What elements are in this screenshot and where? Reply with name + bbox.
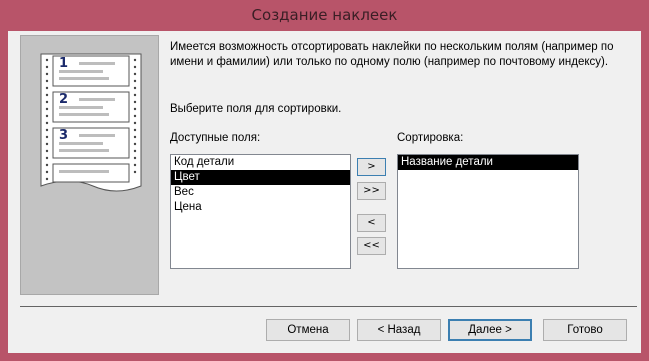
wizard-prompt: Выберите поля для сортировки.: [170, 103, 342, 115]
window-title: Создание наклеек: [251, 6, 398, 24]
label-wizard-window: Создание наклеек 1 2 3 Имеется возможнос…: [0, 0, 649, 361]
finish-button[interactable]: Готово: [543, 319, 627, 341]
cancel-button[interactable]: Отмена: [266, 319, 350, 341]
wizard-description: Имеется возможность отсортировать наклей…: [170, 41, 614, 68]
list-item[interactable]: Цена: [171, 200, 350, 215]
remove-all-fields-button[interactable]: <<: [357, 237, 386, 255]
sort-fields-list[interactable]: Название детали: [397, 154, 579, 269]
list-item-selected[interactable]: Цвет: [171, 170, 350, 185]
label-sheet-icon: [40, 53, 142, 192]
title-bar[interactable]: Создание наклеек: [0, 0, 649, 30]
back-button[interactable]: < Назад: [357, 319, 441, 341]
available-fields-label: Доступные поля:: [170, 132, 261, 144]
remove-field-button[interactable]: <: [357, 214, 386, 232]
footer-divider: [20, 306, 637, 307]
label-number-1: 1: [59, 56, 69, 71]
list-item[interactable]: Код детали: [171, 155, 350, 170]
labels-illustration: 1 2 3: [20, 35, 159, 295]
wizard-body: 1 2 3 Имеется возможность отсортировать …: [8, 31, 641, 353]
available-fields-list[interactable]: Код детали Цвет Вес Цена: [170, 154, 351, 269]
list-item-selected[interactable]: Название детали: [398, 155, 578, 170]
add-all-fields-button[interactable]: >>: [357, 182, 386, 200]
label-number-2: 2: [59, 92, 69, 107]
next-button[interactable]: Далее >: [448, 319, 532, 341]
label-number-3: 3: [59, 128, 69, 143]
sort-fields-label: Сортировка:: [397, 132, 464, 144]
list-item[interactable]: Вес: [171, 185, 350, 200]
add-field-button[interactable]: >: [357, 158, 386, 176]
